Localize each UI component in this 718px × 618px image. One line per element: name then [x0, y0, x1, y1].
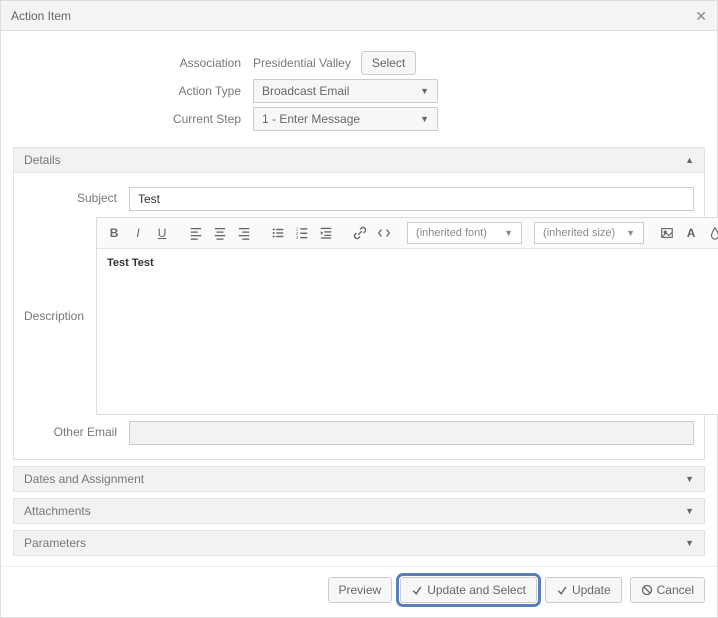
image-icon[interactable]	[656, 222, 678, 244]
parameters-section: Parameters ▼	[13, 530, 705, 556]
font-family-value: (inherited font)	[416, 227, 487, 239]
association-select-button[interactable]: Select	[361, 51, 416, 75]
triangle-down-icon: ▼	[685, 506, 694, 516]
editor-toolbar: B I U	[97, 218, 718, 249]
svg-text:3: 3	[296, 235, 299, 240]
update-button[interactable]: Update	[545, 577, 622, 603]
rich-text-editor: B I U	[96, 217, 718, 415]
close-icon[interactable]: ✕	[695, 1, 707, 31]
association-value: Presidential Valley	[253, 56, 351, 70]
font-family-select[interactable]: (inherited font) ▼	[407, 222, 522, 244]
description-row: Description B I U	[24, 217, 694, 415]
chevron-down-icon: ▼	[504, 228, 513, 238]
top-form: Association Presidential Valley Select A…	[13, 39, 705, 141]
dates-title: Dates and Assignment	[24, 472, 144, 486]
align-center-icon[interactable]	[209, 222, 231, 244]
dates-header[interactable]: Dates and Assignment ▼	[14, 467, 704, 491]
bold-icon[interactable]: B	[103, 222, 125, 244]
cancel-icon	[641, 584, 653, 596]
dialog-footer: Preview Update and Select Update Cancel	[1, 566, 717, 617]
underline-icon[interactable]: U	[151, 222, 173, 244]
editor-content: Test Test	[107, 257, 154, 269]
triangle-up-icon: ▲	[685, 155, 694, 165]
action-type-label: Action Type	[13, 84, 253, 98]
chevron-down-icon: ▼	[420, 86, 429, 96]
triangle-down-icon: ▼	[685, 474, 694, 484]
update-and-select-button[interactable]: Update and Select	[400, 577, 537, 603]
current-step-label: Current Step	[13, 112, 253, 126]
current-step-value: 1 - Enter Message	[262, 112, 360, 126]
italic-icon[interactable]: I	[127, 222, 149, 244]
chevron-down-icon: ▼	[420, 114, 429, 124]
subject-label: Subject	[24, 187, 129, 205]
ordered-list-icon[interactable]: 123	[291, 222, 313, 244]
align-left-icon[interactable]	[185, 222, 207, 244]
attachments-header[interactable]: Attachments ▼	[14, 499, 704, 523]
subject-row: Subject	[24, 187, 694, 211]
description-label: Description	[24, 309, 96, 323]
action-item-dialog: Action Item ✕ Association Presidential V…	[0, 0, 718, 618]
action-type-row: Action Type Broadcast Email ▼	[13, 79, 705, 103]
other-email-input[interactable]	[129, 421, 694, 445]
parameters-title: Parameters	[24, 536, 86, 550]
association-row: Association Presidential Valley Select	[13, 51, 705, 75]
dialog-title: Action Item	[11, 1, 71, 31]
align-right-icon[interactable]	[233, 222, 255, 244]
subject-input[interactable]	[129, 187, 694, 211]
preview-label: Preview	[339, 583, 382, 597]
dialog-content: Association Presidential Valley Select A…	[1, 31, 717, 566]
title-bar: Action Item ✕	[1, 1, 717, 31]
attachments-section: Attachments ▼	[13, 498, 705, 524]
attachments-title: Attachments	[24, 504, 91, 518]
other-email-label: Other Email	[24, 421, 129, 439]
text-color-icon[interactable]: A	[680, 222, 702, 244]
link-icon[interactable]	[349, 222, 371, 244]
current-step-row: Current Step 1 - Enter Message ▼	[13, 107, 705, 131]
action-type-value: Broadcast Email	[262, 84, 349, 98]
cancel-label: Cancel	[657, 583, 694, 597]
indent-icon[interactable]	[315, 222, 337, 244]
dates-section: Dates and Assignment ▼	[13, 466, 705, 492]
details-title: Details	[24, 153, 61, 167]
chevron-down-icon: ▼	[626, 228, 635, 238]
cancel-button[interactable]: Cancel	[630, 577, 705, 603]
font-size-select[interactable]: (inherited size) ▼	[534, 222, 644, 244]
association-label: Association	[13, 56, 253, 70]
font-size-value: (inherited size)	[543, 227, 615, 239]
current-step-select[interactable]: 1 - Enter Message ▼	[253, 107, 438, 131]
editor-area[interactable]: Test Test	[97, 249, 718, 414]
unordered-list-icon[interactable]	[267, 222, 289, 244]
update-and-select-label: Update and Select	[427, 583, 526, 597]
check-icon	[411, 584, 423, 596]
update-label: Update	[572, 583, 611, 597]
other-email-row: Other Email	[24, 421, 694, 445]
code-icon[interactable]	[373, 222, 395, 244]
triangle-down-icon: ▼	[685, 538, 694, 548]
action-type-select[interactable]: Broadcast Email ▼	[253, 79, 438, 103]
parameters-header[interactable]: Parameters ▼	[14, 531, 704, 555]
details-body: Subject Description B I U	[14, 172, 704, 459]
details-section: Details ▲ Subject Description	[13, 147, 705, 460]
drop-icon[interactable]	[704, 222, 718, 244]
check-icon	[556, 584, 568, 596]
preview-button[interactable]: Preview	[328, 577, 393, 603]
details-header[interactable]: Details ▲	[14, 148, 704, 172]
